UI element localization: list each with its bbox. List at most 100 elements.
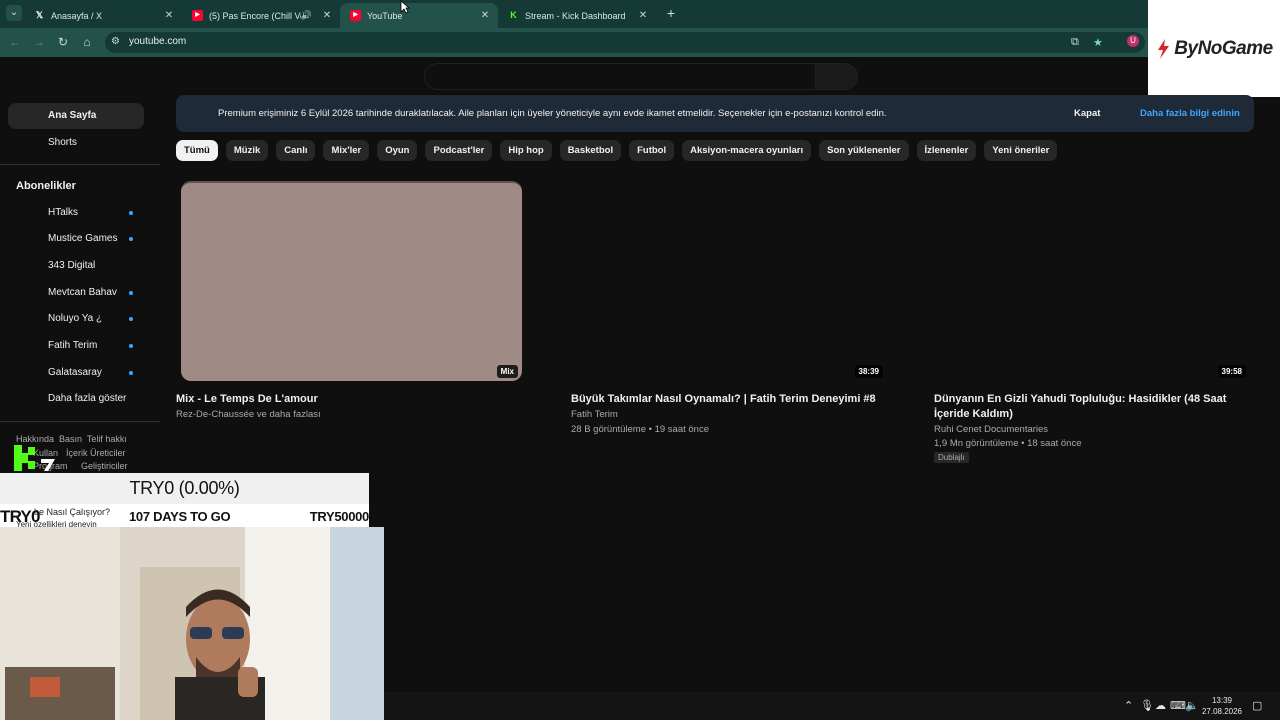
bookmark-star-icon[interactable]: ★: [1093, 36, 1103, 49]
sidebar-item-htalks[interactable]: HTalks: [8, 200, 144, 226]
chip-new-to-you[interactable]: Yeni öneriler: [984, 140, 1058, 161]
bynogame-logo: ByNoGame: [1148, 0, 1280, 97]
brand-text: ByNoGame: [1174, 37, 1273, 59]
home-icon[interactable]: ⌂: [79, 34, 95, 50]
video-title[interactable]: Mix - Le Temps De L'amour: [176, 392, 536, 407]
tab-kick-dashboard[interactable]: K Stream - Kick Dashboard ✕: [498, 3, 656, 28]
video-channel[interactable]: Fatih Terim: [571, 409, 618, 420]
footer-links-row: Geliştiriciler: [81, 461, 128, 471]
sidebar-item-343-digital[interactable]: 343 Digital: [8, 253, 144, 279]
speaker-icon[interactable]: 🔊: [301, 10, 312, 21]
sidebar-item-galatasaray[interactable]: Galatasaray: [8, 360, 144, 386]
install-app-icon[interactable]: ⧉: [1071, 36, 1079, 49]
url-text[interactable]: youtube.com: [129, 36, 186, 47]
webcam-feed: [0, 527, 384, 720]
volume-icon[interactable]: 🔈: [1185, 699, 1199, 712]
network-icon[interactable]: ⌨: [1170, 699, 1186, 712]
taskbar-clock[interactable]: 13:39 27.08.2026: [1200, 695, 1244, 717]
sidebar-item-label: HTalks: [48, 207, 79, 218]
sidebar-item-label: Mustice Games: [48, 233, 118, 244]
footer-link-developers[interactable]: Geliştiriciler: [81, 461, 128, 471]
search-input[interactable]: [424, 63, 816, 90]
sidebar-item-mevtcan-bahav[interactable]: Mevtcan Bahav: [8, 280, 144, 306]
mouse-cursor-icon: [400, 0, 410, 14]
sidebar-item-label: Fatih Terim: [48, 340, 98, 351]
video-title[interactable]: Büyük Takımlar Nasıl Oynamalı? | Fatih T…: [571, 392, 901, 407]
sidebar-item-label: Mevtcan Bahav: [48, 287, 117, 298]
footer-link-copyright[interactable]: Telif hakkı: [87, 434, 127, 444]
video-channel[interactable]: Ruhi Cenet Documentaries: [934, 424, 1048, 435]
chip-mixes[interactable]: Mix'ler: [323, 140, 370, 161]
reload-icon[interactable]: ↻: [55, 34, 71, 50]
goal-target-amount: TRY50000: [309, 509, 370, 524]
sidebar-item-home[interactable]: Ana Sayfa: [8, 103, 144, 129]
chip-podcasts[interactable]: Podcast'ler: [425, 140, 493, 161]
chip-live[interactable]: Canlı: [276, 140, 316, 161]
new-tab-button[interactable]: +: [664, 6, 678, 20]
dubbed-tag: Dublajlı: [934, 452, 969, 463]
filter-chips: Tümü Müzik Canlı Mix'ler Oyun Podcast'le…: [176, 140, 1058, 161]
site-info-icon[interactable]: ⚙: [111, 36, 120, 47]
video-thumbnail[interactable]: Mix: [181, 181, 522, 381]
chip-basketball[interactable]: Basketbol: [559, 140, 622, 161]
close-icon[interactable]: ✕: [320, 10, 334, 21]
kick-logo-icon: [14, 445, 55, 471]
tray-chevron-icon[interactable]: ⌃: [1124, 699, 1133, 712]
notifications-icon[interactable]: ▢: [1252, 699, 1262, 712]
chip-music[interactable]: Müzik: [225, 140, 269, 161]
tab-search-button[interactable]: ⌄: [6, 5, 22, 21]
sidebar-item-fatih-terim[interactable]: Fatih Terim: [8, 333, 144, 359]
donation-goal-bar: be Nasıl Çalışıyor? Yeni özellikleri den…: [0, 504, 370, 529]
chip-gaming[interactable]: Oyun: [377, 140, 418, 161]
cloud-icon[interactable]: ☁: [1155, 699, 1166, 712]
chip-watched[interactable]: İzlenenler: [916, 140, 977, 161]
video-channel[interactable]: Rez-De-Chaussée ve daha fazlası: [176, 409, 321, 420]
sidebar-item-label: Noluyo Ya ¿: [48, 313, 103, 324]
duration-badge: 39:58: [1217, 365, 1246, 378]
back-icon[interactable]: ←: [7, 34, 23, 50]
close-icon[interactable]: ✕: [636, 10, 650, 21]
sidebar-item-mustice-games[interactable]: Mustice Games: [8, 226, 144, 252]
microphone-icon[interactable]: 🎙: [1140, 699, 1154, 712]
chip-recently-uploaded[interactable]: Son yüklenenler: [819, 140, 909, 161]
tab-youtube-music[interactable]: ▶ (5) Pas Encore (Chill Version 🔊 ✕: [182, 3, 340, 28]
sidebar-item-label: Ana Sayfa: [48, 110, 97, 121]
bynogame-mark-icon: [1158, 38, 1170, 59]
goal-current-amount: TRY0: [0, 507, 40, 526]
youtube-icon: ▶: [350, 10, 361, 21]
goal-days-remaining: 107 DAYS TO GO: [129, 509, 231, 524]
search-button[interactable]: [815, 63, 858, 90]
chip-football[interactable]: Futbol: [629, 140, 675, 161]
sidebar-show-more[interactable]: Daha fazla göster: [8, 386, 144, 412]
video-stats: 28 B görüntüleme • 19 saat önce: [571, 424, 710, 435]
chip-hip-hop[interactable]: Hip hop: [500, 140, 552, 161]
omnibox[interactable]: ⚙ youtube.com ⧉ ★: [105, 32, 1145, 53]
sidebar-item-noluyo-ya[interactable]: Noluyo Ya ¿: [8, 306, 144, 332]
footer-link-creators[interactable]: İçerik Üreticiler: [66, 448, 126, 458]
footer-links-row: İçerik Üreticiler: [66, 448, 126, 458]
video-thumbnail[interactable]: 38:39: [571, 181, 887, 381]
new-content-dot: [129, 344, 133, 348]
video-thumbnail[interactable]: 39:58: [934, 181, 1250, 381]
address-toolbar: ← → ↻ ⌂ ⚙ youtube.com ⧉ ★ U: [0, 28, 1280, 57]
clock-date: 27.08.2026: [1201, 707, 1243, 716]
sidebar-divider: [0, 164, 160, 165]
chip-action-adventure[interactable]: Aksiyon-macera oyunları: [682, 140, 812, 161]
banner-learn-more-link[interactable]: Daha fazla bilgi edinin: [1140, 108, 1240, 119]
close-icon[interactable]: ✕: [478, 10, 492, 21]
youtube-icon: ▶: [192, 10, 203, 21]
tab-youtube[interactable]: ▶ YouTube ✕: [340, 3, 498, 28]
extension-icon[interactable]: U: [1127, 35, 1139, 47]
tab-title: YouTube: [367, 10, 403, 21]
video-title[interactable]: Dünyanın En Gizli Yahudi Topluluğu: Hasi…: [934, 392, 1254, 422]
footer-link-press[interactable]: Basın: [59, 434, 82, 444]
sidebar-item-label: Shorts: [48, 137, 77, 148]
banner-close-button[interactable]: Kapat: [1074, 108, 1100, 119]
sidebar-item-shorts[interactable]: Shorts: [8, 130, 144, 156]
close-icon[interactable]: ✕: [162, 10, 176, 21]
footer-link-about[interactable]: Hakkında: [16, 434, 54, 444]
chip-all[interactable]: Tümü: [176, 140, 218, 161]
subscriptions-heading[interactable]: Abonelikler: [16, 180, 76, 192]
tab-x[interactable]: 𝕏 Anasayfa / X ✕: [24, 3, 182, 28]
forward-icon[interactable]: →: [31, 34, 47, 50]
